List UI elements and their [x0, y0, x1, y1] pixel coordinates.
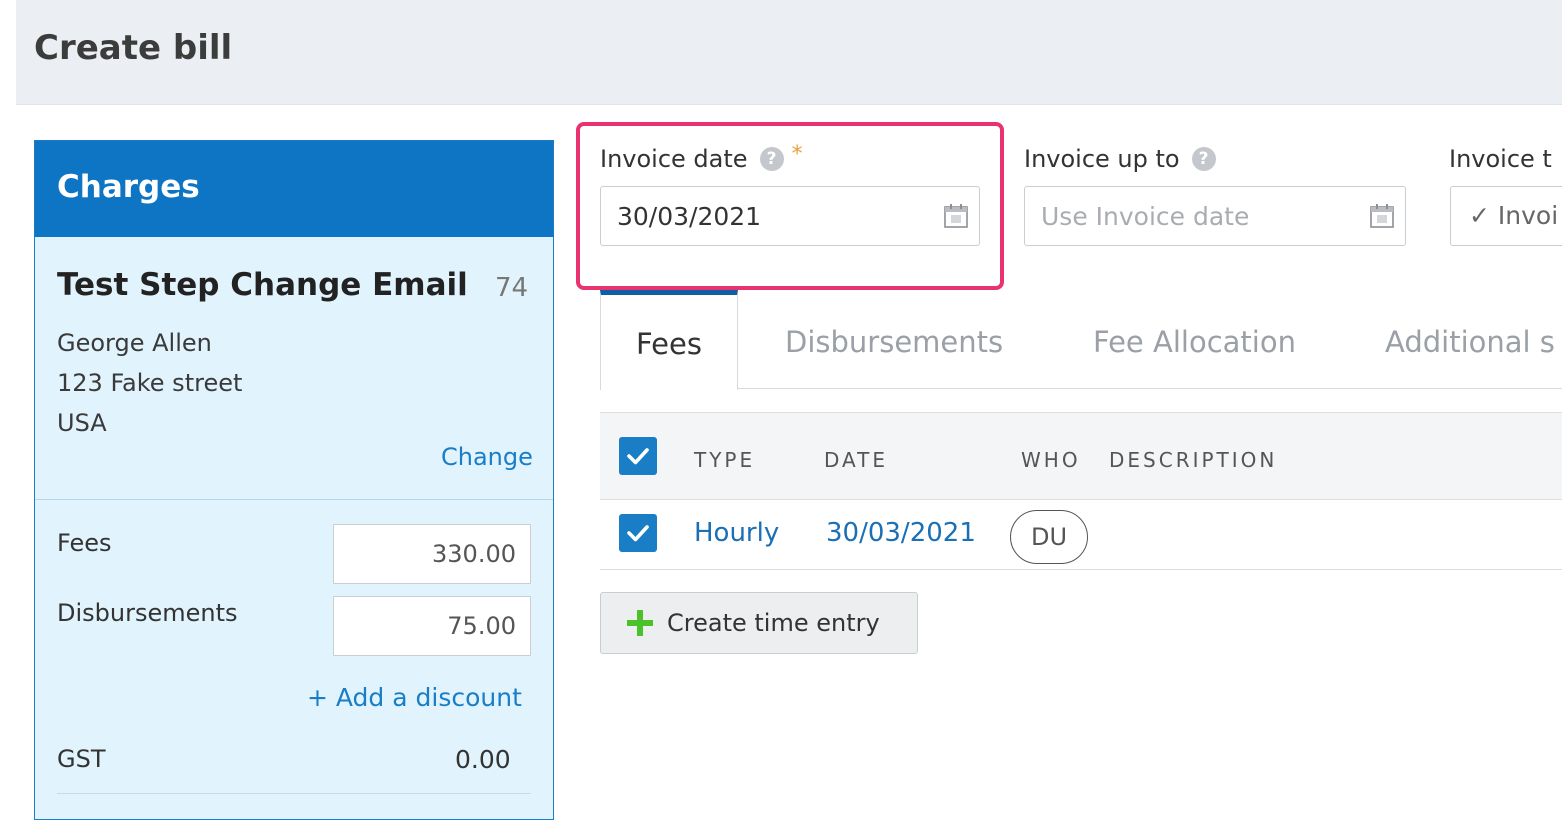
invoice-up-to-field	[1024, 186, 1406, 246]
charges-title: Charges	[57, 169, 200, 205]
invoice-template-label-text: Invoice t	[1449, 145, 1552, 173]
column-type[interactable]: TYPE	[694, 448, 755, 472]
charges-panel: Charges Test Step Change Email 74 George…	[34, 140, 554, 820]
invoice-template-select[interactable]: ✓ Invoi	[1450, 186, 1562, 246]
gst-value: 0.00	[455, 745, 511, 774]
change-contact-link[interactable]: Change	[441, 443, 533, 471]
contact-name: George Allen	[57, 329, 212, 357]
row-date-link[interactable]: 30/03/2021	[826, 518, 976, 548]
tabs-baseline	[600, 388, 1562, 389]
gst-label: GST	[57, 745, 106, 773]
invoice-date-field	[600, 186, 980, 246]
matter-number: 74	[495, 273, 529, 303]
select-all-checkbox[interactable]	[619, 437, 657, 475]
calendar-icon[interactable]	[943, 203, 969, 229]
column-description[interactable]: DESCRIPTION	[1109, 448, 1277, 472]
checkmark-icon	[627, 448, 649, 465]
checkmark-icon	[627, 525, 649, 542]
tab-fee-allocation[interactable]: Fee Allocation	[1093, 290, 1296, 388]
page-header: Create bill	[16, 0, 1562, 105]
disbursements-amount-input[interactable]	[333, 596, 531, 656]
invoice-date-label: Invoice date ? *	[600, 141, 803, 174]
calendar-icon[interactable]	[1369, 203, 1395, 229]
column-date[interactable]: DATE	[824, 448, 888, 472]
add-discount-link[interactable]: + Add a discount	[307, 683, 522, 712]
plus-icon	[627, 610, 653, 636]
help-circle-icon[interactable]: ?	[759, 147, 784, 171]
panel-divider	[35, 499, 553, 500]
row-type-link[interactable]: Hourly	[694, 518, 779, 548]
invoice-date-label-text: Invoice date	[600, 145, 748, 173]
column-who[interactable]: WHO	[1021, 448, 1081, 472]
tab-fees[interactable]: Fees	[600, 290, 738, 390]
contact-street: 123 Fake street	[57, 369, 243, 397]
fees-label: Fees	[57, 529, 112, 557]
tab-additional[interactable]: Additional s	[1385, 290, 1555, 388]
row-checkbox[interactable]	[619, 514, 657, 552]
tab-disbursements[interactable]: Disbursements	[785, 290, 1003, 388]
matter-name: Test Step Change Email	[57, 267, 468, 303]
invoice-template-label: Invoice t	[1449, 145, 1552, 173]
invoice-up-to-input[interactable]	[1025, 187, 1405, 245]
invoice-date-input[interactable]	[601, 187, 979, 245]
required-mark: *	[791, 141, 803, 167]
charges-header: Charges	[35, 141, 553, 237]
create-time-entry-button[interactable]: Create time entry	[600, 592, 918, 654]
help-circle-icon[interactable]: ?	[1191, 147, 1216, 171]
invoice-up-to-label-text: Invoice up to	[1024, 145, 1180, 173]
panel-divider-bottom	[57, 793, 531, 794]
fees-amount-input[interactable]	[333, 524, 531, 584]
page-title: Create bill	[34, 28, 233, 68]
disbursements-label: Disbursements	[57, 599, 238, 627]
contact-country: USA	[57, 409, 107, 437]
create-time-entry-label: Create time entry	[667, 609, 880, 637]
invoice-up-to-label: Invoice up to ?	[1024, 145, 1216, 173]
who-badge: DU	[1010, 510, 1088, 564]
